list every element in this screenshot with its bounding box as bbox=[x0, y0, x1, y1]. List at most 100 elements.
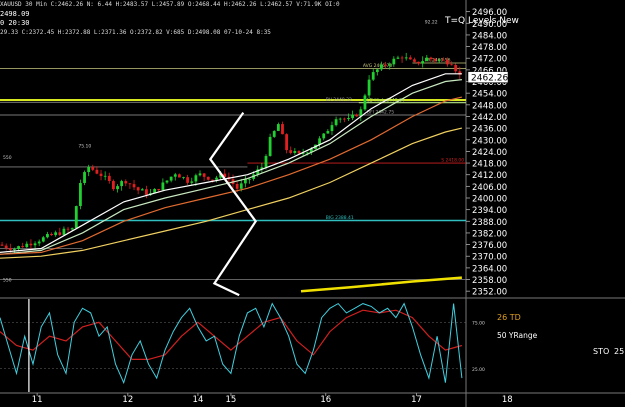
candle-body bbox=[421, 61, 425, 64]
chart-annotation: 75.10 bbox=[78, 144, 91, 150]
level-label: AVG 2466.70 bbox=[363, 63, 393, 69]
indicator-td-label: 26 TD bbox=[497, 313, 521, 322]
candle-body bbox=[239, 183, 243, 189]
price-tick-label: 2352.00 bbox=[472, 288, 507, 298]
candle-body bbox=[355, 114, 359, 117]
price-tick-label: 2424.00 bbox=[472, 148, 507, 158]
price-tick-label: 2388.00 bbox=[472, 218, 507, 228]
candle-body bbox=[50, 233, 53, 236]
candle-body bbox=[124, 181, 128, 184]
candle-body bbox=[165, 180, 169, 183]
candle-body bbox=[21, 246, 25, 248]
indicator-sto-label: STO bbox=[593, 347, 609, 356]
candle-body bbox=[103, 175, 107, 177]
candle-body bbox=[8, 248, 12, 250]
candle-body bbox=[157, 188, 161, 191]
time-tick-label: 16 bbox=[320, 395, 331, 405]
candle-body bbox=[198, 173, 202, 176]
candle-body bbox=[29, 243, 33, 246]
candle-body bbox=[116, 186, 119, 190]
candle-body bbox=[215, 177, 218, 180]
candle-body bbox=[285, 134, 289, 151]
candle-body bbox=[112, 181, 115, 190]
candle-body bbox=[161, 182, 165, 191]
candle-body bbox=[202, 173, 206, 177]
last-price-label: 2462.26 bbox=[471, 74, 508, 84]
candle-body bbox=[429, 57, 433, 60]
price-tick-label: 2400.00 bbox=[472, 195, 507, 205]
candle-body bbox=[338, 118, 342, 120]
candle-body bbox=[186, 177, 190, 183]
time-tick-label: 17 bbox=[411, 395, 422, 405]
candle-body bbox=[79, 182, 82, 207]
candle-body bbox=[413, 59, 416, 62]
candle-body bbox=[182, 177, 185, 179]
candle-body bbox=[281, 124, 284, 135]
candle-body bbox=[58, 232, 62, 235]
candle-body bbox=[396, 57, 400, 59]
candle-body bbox=[132, 184, 136, 188]
candle-body bbox=[173, 174, 177, 177]
candle-body bbox=[322, 133, 326, 139]
price-tick-label: 2496.00 bbox=[472, 8, 507, 18]
candle-body bbox=[388, 64, 392, 66]
candle-body bbox=[450, 64, 453, 66]
moving-average-line bbox=[0, 96, 463, 255]
candle-body bbox=[248, 178, 251, 180]
price-tick-label: 2382.00 bbox=[472, 229, 507, 239]
candle-body bbox=[293, 150, 297, 153]
candle-body bbox=[37, 241, 41, 244]
price-tick-label: 2490.00 bbox=[472, 20, 507, 30]
candle-body bbox=[454, 65, 458, 72]
chart-annotation: 550 bbox=[3, 277, 12, 283]
time-tick-label: 11 bbox=[32, 395, 43, 405]
candle-body bbox=[83, 172, 86, 183]
candle-body bbox=[54, 232, 58, 236]
candle-body bbox=[17, 246, 20, 249]
chart-annotation: 92.22 bbox=[425, 19, 438, 25]
price-tick-label: 2472.00 bbox=[472, 55, 507, 65]
price-tick-label: 2358.00 bbox=[472, 276, 507, 286]
candle-body bbox=[276, 124, 280, 131]
candle-body bbox=[433, 59, 437, 61]
price-chart[interactable]: AVG 2466.70FR 2469.56BV 2449.32 LD High 2… bbox=[0, 0, 625, 407]
price-tick-label: 2442.00 bbox=[472, 113, 507, 123]
candle-body bbox=[367, 79, 371, 96]
candle-body bbox=[210, 179, 214, 181]
candle-body bbox=[128, 183, 132, 185]
candle-body bbox=[351, 114, 354, 119]
candle-body bbox=[25, 243, 29, 248]
candle-body bbox=[404, 57, 408, 59]
price-tick-label: 2376.00 bbox=[472, 241, 507, 251]
price-tick-label: 2406.00 bbox=[472, 183, 507, 193]
candle-body bbox=[334, 119, 338, 126]
candle-body bbox=[136, 187, 140, 191]
price-tick-label: 2454.00 bbox=[472, 90, 507, 100]
level-label: BFI 2442.75 bbox=[367, 110, 394, 116]
candle-body bbox=[87, 166, 91, 173]
indicator-tick-label: 25.00 bbox=[472, 367, 485, 373]
candle-body bbox=[408, 57, 412, 60]
candle-body bbox=[347, 118, 350, 120]
candle-body bbox=[194, 175, 198, 182]
candle-body bbox=[177, 174, 181, 178]
time-tick-label: 12 bbox=[122, 395, 133, 405]
candle-body bbox=[144, 189, 148, 195]
price-tick-label: 2412.00 bbox=[472, 171, 507, 181]
candle-body bbox=[330, 125, 334, 132]
candle-body bbox=[289, 150, 293, 153]
candle-body bbox=[371, 72, 375, 80]
candle-body bbox=[91, 166, 95, 170]
candle-body bbox=[0, 244, 4, 246]
chart-window: XAUUSD 30 Min C:2462.26 N: 6.44 H:2483.5… bbox=[0, 0, 625, 407]
price-tick-label: 2484.00 bbox=[472, 31, 507, 41]
price-tick-label: 2478.00 bbox=[472, 43, 507, 53]
candle-body bbox=[190, 181, 194, 183]
candle-body bbox=[169, 176, 173, 181]
candle-body bbox=[446, 59, 449, 65]
price-tick-label: 2394.00 bbox=[472, 206, 507, 216]
candle-body bbox=[417, 61, 420, 64]
candle-body bbox=[13, 248, 16, 250]
candle-body bbox=[363, 95, 367, 110]
price-tick-label: 2370.00 bbox=[472, 253, 507, 263]
